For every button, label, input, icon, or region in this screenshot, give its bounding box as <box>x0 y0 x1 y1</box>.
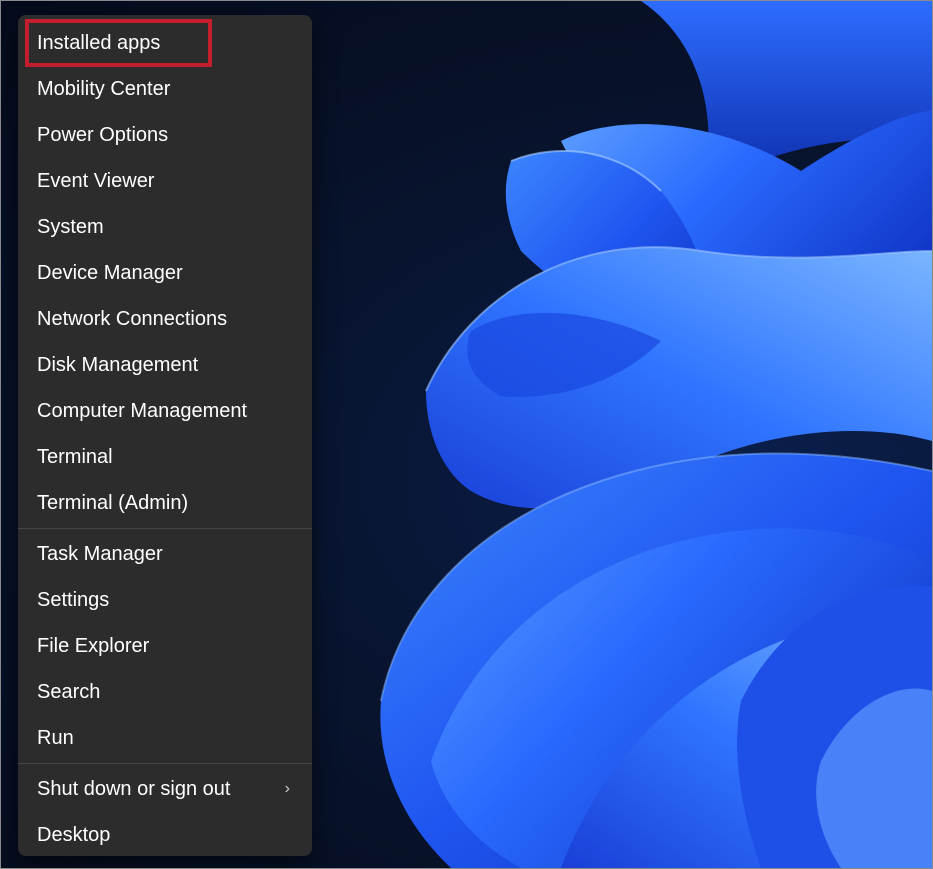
quick-link-menu: Installed apps Mobility Center Power Optio… <box>18 15 312 856</box>
menu-item-desktop[interactable]: Desktop <box>18 812 312 858</box>
menu-item-event-viewer[interactable]: Event Viewer <box>18 158 312 204</box>
menu-item-label: Desktop <box>37 824 111 846</box>
chevron-right-icon: › <box>284 780 290 797</box>
menu-item-label: Search <box>37 681 101 703</box>
menu-separator <box>18 528 312 529</box>
menu-item-label: Task Manager <box>37 543 163 565</box>
menu-item-label: Shut down or sign out <box>37 778 231 800</box>
menu-item-search[interactable]: Search <box>18 669 312 715</box>
menu-separator <box>18 763 312 764</box>
menu-item-label: Disk Management <box>37 354 199 376</box>
desktop-screen: Installed apps Mobility Center Power Optio… <box>0 0 933 869</box>
menu-item-settings[interactable]: Settings <box>18 577 312 623</box>
menu-item-run[interactable]: Run <box>18 715 312 761</box>
menu-item-terminal[interactable]: Terminal <box>18 434 312 480</box>
menu-item-installed-apps[interactable]: Installed apps <box>18 20 312 66</box>
menu-item-label: Event Viewer <box>37 170 155 192</box>
menu-item-label: Run <box>37 727 74 749</box>
menu-item-shut-down-or-sign-out[interactable]: Shut down or sign out › <box>18 766 312 812</box>
menu-item-label: System <box>37 216 104 238</box>
menu-item-label: Installed apps <box>37 32 161 54</box>
menu-item-mobility-center[interactable]: Mobility Center <box>18 66 312 112</box>
menu-item-network-connections[interactable]: Network Connections <box>18 296 312 342</box>
menu-item-label: Terminal <box>37 446 113 468</box>
menu-item-label: Computer Management <box>37 400 248 422</box>
menu-item-computer-management[interactable]: Computer Management <box>18 388 312 434</box>
menu-item-device-manager[interactable]: Device Manager <box>18 250 312 296</box>
menu-item-system[interactable]: System <box>18 204 312 250</box>
menu-item-label: Power Options <box>37 124 169 146</box>
menu-item-power-options[interactable]: Power Options <box>18 112 312 158</box>
menu-item-label: Device Manager <box>37 262 183 284</box>
menu-item-terminal-admin[interactable]: Terminal (Admin) <box>18 480 312 526</box>
menu-item-label: File Explorer <box>37 635 150 657</box>
menu-item-label: Terminal (Admin) <box>37 492 189 514</box>
menu-item-label: Network Connections <box>37 308 228 330</box>
menu-item-file-explorer[interactable]: File Explorer <box>18 623 312 669</box>
menu-item-disk-management[interactable]: Disk Management <box>18 342 312 388</box>
menu-item-label: Mobility Center <box>37 78 171 100</box>
menu-item-label: Settings <box>37 589 110 611</box>
menu-item-task-manager[interactable]: Task Manager <box>18 531 312 577</box>
